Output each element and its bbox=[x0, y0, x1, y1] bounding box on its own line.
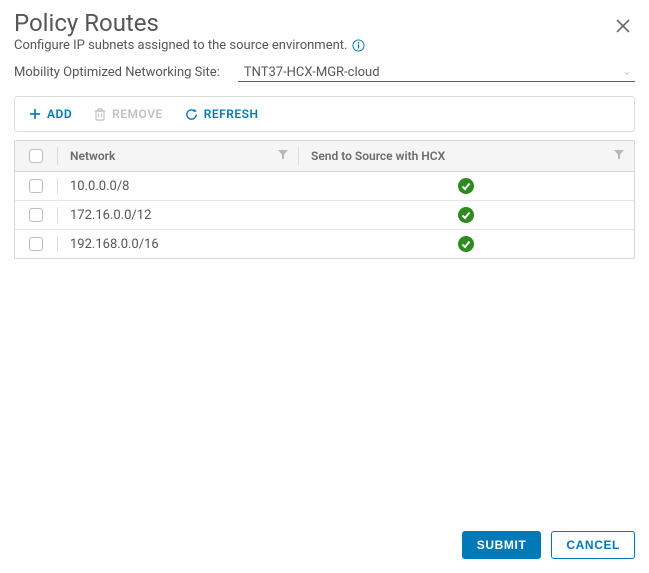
row-checkbox[interactable] bbox=[29, 208, 43, 222]
network-cell: 192.168.0.0/16 bbox=[70, 237, 159, 252]
routes-table: Network Send to Source with HCX 10.0.0.0… bbox=[14, 140, 635, 259]
page-subtitle: Configure IP subnets assigned to the sou… bbox=[14, 38, 347, 53]
row-checkbox[interactable] bbox=[29, 179, 43, 193]
cancel-button[interactable]: CANCEL bbox=[551, 531, 635, 559]
filter-icon[interactable] bbox=[614, 150, 624, 163]
refresh-label: REFRESH bbox=[204, 107, 259, 121]
check-circle-icon bbox=[458, 236, 474, 252]
network-cell: 10.0.0.0/8 bbox=[70, 179, 129, 194]
filter-icon[interactable] bbox=[278, 150, 288, 163]
toolbar: ADD REMOVE REFRESH bbox=[14, 96, 635, 132]
site-label: Mobility Optimized Networking Site: bbox=[14, 65, 220, 80]
select-all-checkbox[interactable] bbox=[29, 149, 43, 163]
check-circle-icon bbox=[458, 207, 474, 223]
column-header-network[interactable]: Network bbox=[70, 149, 115, 163]
site-select[interactable]: TNT37-HCX-MGR-cloud ⌄ bbox=[238, 63, 635, 82]
table-header: Network Send to Source with HCX bbox=[15, 141, 634, 172]
submit-button[interactable]: SUBMIT bbox=[462, 531, 542, 559]
row-checkbox[interactable] bbox=[29, 237, 43, 251]
check-circle-icon bbox=[458, 178, 474, 194]
refresh-button[interactable]: REFRESH bbox=[185, 107, 259, 121]
add-label: ADD bbox=[47, 107, 72, 121]
remove-button: REMOVE bbox=[94, 107, 163, 121]
table-row: 10.0.0.0/8 bbox=[15, 172, 634, 201]
site-select-value: TNT37-HCX-MGR-cloud bbox=[238, 63, 635, 82]
add-button[interactable]: ADD bbox=[29, 107, 72, 121]
remove-label: REMOVE bbox=[112, 107, 163, 121]
info-icon[interactable] bbox=[351, 39, 365, 53]
close-button[interactable] bbox=[611, 14, 635, 38]
column-header-send[interactable]: Send to Source with HCX bbox=[311, 149, 445, 163]
page-title: Policy Routes bbox=[14, 10, 611, 36]
table-row: 172.16.0.0/12 bbox=[15, 201, 634, 230]
table-row: 192.168.0.0/16 bbox=[15, 230, 634, 258]
network-cell: 172.16.0.0/12 bbox=[70, 208, 151, 223]
